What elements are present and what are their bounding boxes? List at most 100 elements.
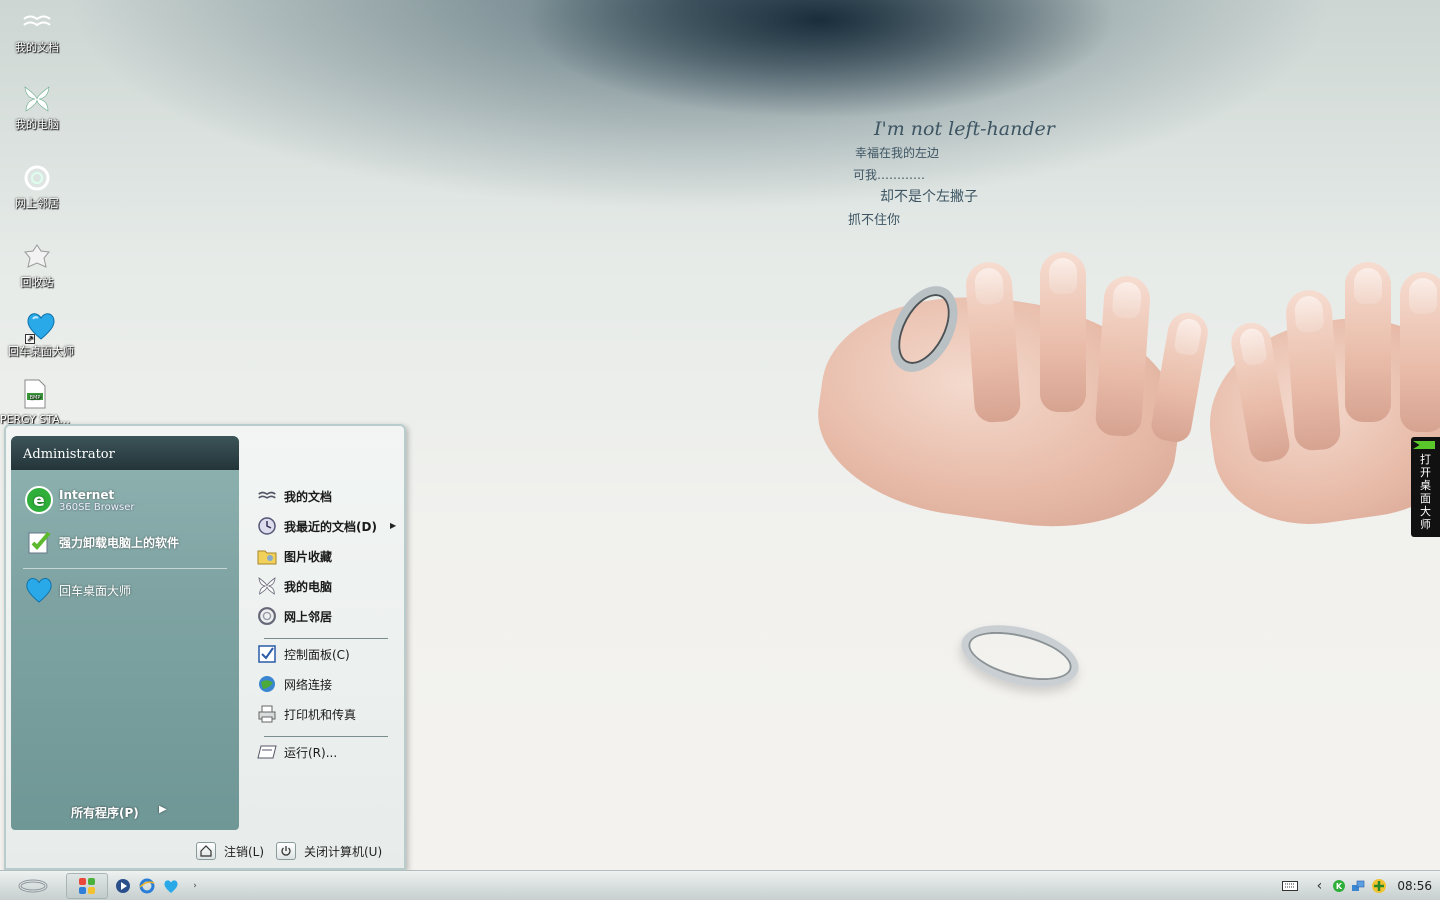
start-menu-left-separator — [23, 568, 227, 569]
right-item-control-panel[interactable]: 控制面板(C) — [256, 642, 350, 666]
recent-heart-desktop-master[interactable]: 回车桌面大师 — [23, 574, 131, 606]
taskbar: › ‹ K 08:56 — [0, 870, 1440, 900]
ie-icon[interactable] — [138, 877, 156, 895]
wallpaper-finger — [1400, 272, 1440, 432]
heart-icon[interactable] — [162, 877, 180, 895]
right-item-network-places[interactable]: 网上邻居 — [256, 604, 332, 628]
pinned-item-title: Internet — [59, 487, 115, 502]
all-programs-button[interactable]: 所有程序(P) ▶ — [71, 804, 167, 821]
control-panel-icon — [256, 643, 278, 665]
open-desktop-master-widget[interactable]: 打开桌面大师 — [1411, 437, 1440, 537]
right-item-network-connections[interactable]: 网络连接 — [256, 672, 332, 696]
right-item-label: 我的电脑 — [284, 579, 333, 594]
logoff-icon — [196, 842, 216, 860]
wallpaper-finger — [964, 260, 1022, 424]
pinned-internet-browser[interactable]: e Internet 360SE Browser — [23, 484, 134, 516]
desktop-icon-my-computer[interactable]: 我的电脑 — [0, 83, 74, 131]
security-k-icon[interactable]: K — [1331, 878, 1347, 894]
desktop-icon-label: 回收站 — [20, 276, 54, 289]
start-menu-user-header: Administrator — [11, 436, 239, 470]
right-item-label: 我最近的文档(D) — [284, 519, 377, 534]
360se-browser-icon: e — [23, 484, 55, 516]
network-icon[interactable] — [1351, 878, 1367, 894]
pinned-item-subtitle: 360SE Browser — [59, 501, 135, 513]
quick-launch-overflow-icon[interactable]: › — [186, 877, 204, 895]
recent-documents-icon — [256, 515, 278, 537]
wallpaper-finger — [1284, 288, 1342, 452]
heart-icon — [23, 574, 55, 606]
start-menu-right-separator — [264, 638, 388, 639]
right-item-label: 我的文档 — [284, 489, 333, 504]
my-documents-icon — [256, 485, 278, 507]
my-pictures-icon — [256, 545, 278, 567]
submenu-arrow-icon: ▶ — [390, 521, 397, 530]
logoff-button[interactable]: 注销(L) — [196, 842, 264, 860]
chevron-left-icon[interactable]: ‹ — [1311, 878, 1327, 894]
my-computer-icon — [21, 83, 53, 115]
taskbar-clock[interactable]: 08:56 — [1397, 879, 1432, 893]
shutdown-label: 关闭计算机(U) — [304, 844, 383, 859]
right-item-label: 控制面板(C) — [284, 647, 350, 662]
pinned-uninstall-software[interactable]: 强力卸载电脑上的软件 — [23, 526, 179, 558]
all-programs-label: 所有程序(P) — [71, 806, 139, 820]
green-plus-icon[interactable] — [1371, 878, 1387, 894]
wallpaper-line-1: I'm not left-hander — [874, 118, 1055, 140]
system-tray: ‹ K 08:56 — [1279, 871, 1440, 900]
wallpaper-ring-table — [955, 614, 1085, 698]
desktop-icon-network-places[interactable]: 网上邻居 — [0, 162, 74, 210]
right-item-recent-documents[interactable]: 我最近的文档(D) — [256, 514, 377, 538]
desktop-icon-label: 回车桌面大师 — [8, 345, 74, 358]
wallpaper-finger — [1040, 252, 1086, 412]
svg-text:e: e — [33, 491, 45, 511]
right-item-label: 运行(R)... — [284, 745, 338, 760]
network-places-icon — [256, 605, 278, 627]
right-item-label: 打印机和传真 — [284, 707, 357, 722]
heart-shortcut-icon: ↗ — [25, 310, 57, 344]
wallpaper-line-4: 却不是个左撇子 — [880, 189, 978, 205]
start-menu-right-separator — [264, 736, 388, 737]
media-player-icon[interactable] — [114, 877, 132, 895]
pinned-item-title: 强力卸载电脑上的软件 — [59, 535, 180, 550]
start-menu-footer: 注销(L) 关闭计算机(U) — [6, 836, 404, 868]
desktop-icon-bmp-file[interactable]: BMP PERGY STA... — [0, 378, 72, 426]
wallpaper-line-3: 可我………… — [853, 168, 926, 182]
wallpaper-line-5: 抓不住你 — [848, 213, 901, 228]
network-places-icon — [21, 162, 53, 194]
right-item-label: 图片收藏 — [284, 549, 333, 564]
logoff-label: 注销(L) — [224, 844, 265, 859]
desktop-icon-label: 网上邻居 — [15, 197, 59, 210]
network-connections-icon — [256, 673, 278, 695]
desktop-icon-heart-shortcut[interactable]: ↗ 回车桌面大师 — [4, 310, 78, 358]
recycle-bin-icon — [21, 241, 53, 273]
right-item-my-pictures[interactable]: 图片收藏 — [256, 544, 332, 568]
right-item-label: 网络连接 — [284, 677, 333, 692]
right-item-run[interactable]: 运行(R)... — [256, 740, 337, 764]
wallpaper-line-2: 幸福在我的左边 — [855, 146, 940, 160]
keyboard-icon[interactable] — [1281, 878, 1299, 894]
desktop-icon-my-documents[interactable]: 我的文档 — [0, 6, 74, 54]
shortcut-arrow-icon: ↗ — [25, 334, 35, 344]
green-flag-icon — [1413, 441, 1435, 449]
start-button[interactable] — [4, 874, 62, 898]
power-icon — [276, 842, 296, 860]
recent-item-title: 回车桌面大师 — [59, 583, 132, 598]
run-icon — [256, 741, 278, 763]
desktop-icon-label: 我的电脑 — [15, 118, 59, 131]
desktop-icon-label: 我的文档 — [15, 41, 59, 54]
my-documents-icon — [21, 6, 53, 38]
shutdown-button[interactable]: 关闭计算机(U) — [276, 842, 382, 860]
ring-start-icon — [18, 879, 48, 893]
user-name: Administrator — [23, 447, 115, 462]
taskbar-app-button[interactable] — [66, 873, 108, 899]
chevron-right-icon: ▶ — [159, 804, 167, 815]
uninstall-software-icon — [23, 526, 55, 558]
printer-icon — [256, 703, 278, 725]
right-item-my-computer[interactable]: 我的电脑 — [256, 574, 332, 598]
right-item-printers-faxes[interactable]: 打印机和传真 — [256, 702, 356, 726]
right-item-my-documents[interactable]: 我的文档 — [256, 484, 332, 508]
right-item-label: 网上邻居 — [284, 609, 333, 624]
desktop-icon-recycle-bin[interactable]: 回收站 — [0, 241, 74, 289]
start-menu-left-pane: Administrator e Internet 360SE Browser 强… — [11, 436, 239, 830]
side-widget-label: 打开桌面大师 — [1420, 453, 1431, 531]
svg-text:K: K — [1336, 882, 1343, 891]
